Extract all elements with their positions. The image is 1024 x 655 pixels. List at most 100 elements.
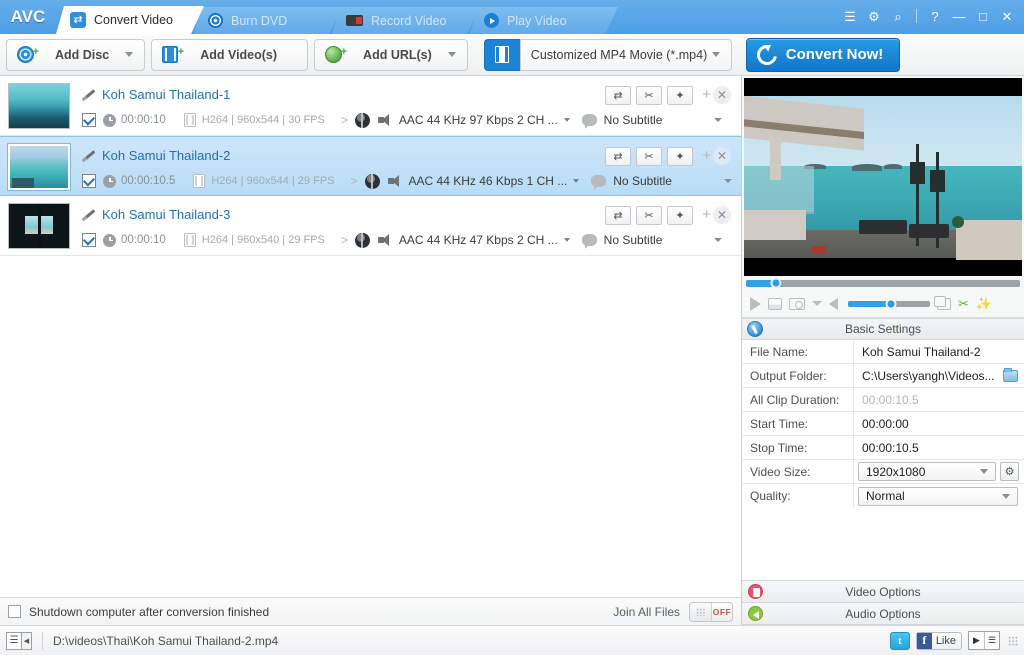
collapse-arrow-icon[interactable]: ◀ [22,631,32,650]
add-disc-button[interactable]: + Add Disc [6,38,146,71]
audio-options-header[interactable]: Audio Options [742,603,1024,625]
cut-row-icon[interactable]: ✂ [636,86,662,105]
tab-burn-dvd[interactable]: Burn DVD [194,7,342,34]
expand-arrow-icon[interactable]: > [341,233,348,247]
seek-track[interactable] [746,277,1020,289]
video-preview[interactable] [744,78,1022,276]
tab-play-video[interactable]: Play Video [470,7,618,34]
subtitle-text[interactable]: No Subtitle [604,233,663,247]
stop-icon[interactable] [768,297,782,310]
tab-record-video[interactable]: Record Video [332,7,480,34]
remove-row-icon[interactable]: ✕ [713,86,731,104]
row-checkbox[interactable] [82,174,96,188]
video-options-header[interactable]: Video Options [742,581,1024,603]
snapshot-camera-icon[interactable] [789,297,805,310]
chevron-down-icon[interactable] [812,301,822,306]
expand-arrow-icon[interactable]: > [341,113,348,127]
convert-row-icon[interactable]: ⇄ [605,86,631,105]
subtitle-text[interactable]: No Subtitle [613,174,672,188]
magic-wand-icon[interactable]: ✨ [976,296,992,312]
fullscreen-window-icon[interactable] [934,295,951,310]
convert-row-icon[interactable]: ⇄ [605,147,631,166]
file-name[interactable]: Koh Samui Thailand-2 [102,148,230,163]
chevron-down-icon[interactable] [447,52,456,57]
minimize-icon[interactable]: — [948,6,970,26]
file-name[interactable]: Koh Samui Thailand-3 [102,207,230,222]
play-arrow-icon[interactable]: ▶ [969,632,984,649]
audio-track-text[interactable]: AAC 44 KHz 97 Kbps 2 CH ... [399,113,558,127]
chevron-down-icon[interactable] [573,179,580,183]
basic-settings-header[interactable]: Basic Settings [742,318,1024,340]
help-icon[interactable]: ? [924,6,946,26]
effect-row-icon[interactable]: ✦ [667,86,693,105]
cut-row-icon[interactable]: ✂ [636,147,662,166]
row-checkbox[interactable] [82,233,96,247]
volume-handle[interactable] [885,298,897,309]
menu-list-icon[interactable]: ☰ [839,6,861,26]
search-icon[interactable]: ⌕ [887,6,909,26]
play-icon[interactable] [750,296,761,311]
table-row[interactable]: Koh Samui Thailand-3 00:00:10 H264 | 960… [0,196,741,256]
output-folder-value[interactable]: C:\Users\yangh\Videos... [854,364,1024,387]
speaker-icon [387,174,402,188]
chevron-down-icon[interactable] [563,118,570,122]
volume-slider[interactable] [848,298,930,309]
chevron-down-icon[interactable] [711,52,720,57]
add-videos-button[interactable]: + Add Video(s) [151,38,309,71]
file-name[interactable]: Koh Samui Thailand-1 [102,87,230,102]
facebook-like-button[interactable]: f Like [915,631,962,650]
folder-browse-icon[interactable] [1003,367,1018,382]
chevron-down-icon[interactable] [980,469,988,474]
seek-bar[interactable] [742,276,1024,290]
effect-row-icon[interactable]: ✦ [667,147,693,166]
add-row-icon[interactable]: + [702,87,711,103]
list-view-icon[interactable]: ☰ [6,631,22,650]
stop-time-value[interactable]: 00:00:10.5 [854,436,1024,459]
quality-select[interactable]: Normal [858,486,1018,506]
panel-toggle-buttons[interactable]: ▶ ☰ [968,631,1000,650]
edit-pencil-icon[interactable] [82,207,96,221]
close-icon[interactable]: ✕ [996,6,1018,26]
scissors-icon[interactable]: ✂ [958,296,969,312]
resize-grip[interactable] [1008,635,1018,646]
subtitle-text[interactable]: No Subtitle [604,113,663,127]
gear-icon[interactable]: ⚙ [863,6,885,26]
shutdown-checkbox[interactable] [8,605,21,618]
audio-track-text[interactable]: AAC 44 KHz 47 Kbps 2 CH ... [399,233,558,247]
chevron-down-icon[interactable] [714,118,723,122]
chevron-down-icon[interactable] [714,238,723,242]
table-row[interactable]: Koh Samui Thailand-2 00:00:10.5 H264 | 9… [0,136,741,196]
chevron-down-icon[interactable] [1002,493,1010,499]
list-lines-icon[interactable]: ☰ [984,632,999,649]
video-size-gear-icon[interactable]: ⚙ [1000,462,1019,481]
audio-track-text[interactable]: AAC 44 KHz 46 Kbps 1 CH ... [409,174,568,188]
table-row[interactable]: Koh Samui Thailand-1 00:00:10 H264 | 960… [0,76,741,136]
add-urls-button[interactable]: + Add URL(s) [314,38,468,71]
volume-speaker-icon[interactable] [829,297,841,310]
chevron-down-icon[interactable] [723,179,732,183]
join-all-files-toggle[interactable]: OFF [689,601,733,622]
video-size-select[interactable]: 1920x1080 [858,462,996,481]
convert-row-icon[interactable]: ⇄ [605,206,631,225]
remove-row-icon[interactable]: ✕ [713,147,731,165]
expand-arrow-icon[interactable]: > [351,174,358,188]
row-checkbox[interactable] [82,113,96,127]
maximize-icon[interactable]: □ [972,6,994,26]
file-name-value[interactable]: Koh Samui Thailand-2 [854,340,1024,363]
effect-row-icon[interactable]: ✦ [667,206,693,225]
add-row-icon[interactable]: + [702,207,711,223]
remove-row-icon[interactable]: ✕ [713,206,731,224]
tab-convert-video[interactable]: ⇄ Convert Video [56,6,204,34]
preset-select[interactable]: Customized MP4 Movie (*.mp4) [519,38,732,71]
twitter-icon[interactable]: t [889,631,910,650]
start-time-value[interactable]: 00:00:00 [854,412,1024,435]
chevron-down-icon[interactable] [563,238,570,242]
seek-handle[interactable] [770,277,782,289]
convert-now-button[interactable]: Convert Now! [745,37,901,72]
cut-row-icon[interactable]: ✂ [636,206,662,225]
chevron-down-icon[interactable] [125,52,134,57]
edit-pencil-icon[interactable] [82,87,96,101]
edit-pencil-icon[interactable] [82,148,96,162]
output-preset[interactable]: Customized MP4 Movie (*.mp4) [483,38,732,71]
add-row-icon[interactable]: + [702,148,711,164]
